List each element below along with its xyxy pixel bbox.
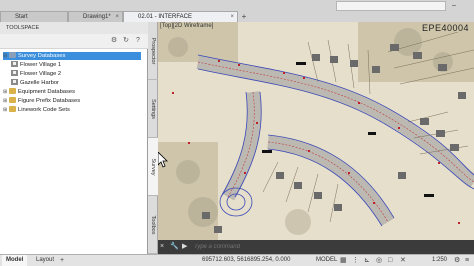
tab-survey-label: Survey: [150, 157, 156, 176]
ortho-icon[interactable]: ⊾: [364, 256, 370, 265]
equipment-db-icon: [9, 88, 16, 95]
tab-toolbox[interactable]: Toolbox: [148, 196, 158, 254]
new-tab-button[interactable]: +: [238, 12, 250, 21]
tab-layout[interactable]: Layout: [32, 255, 58, 266]
database-icon: [9, 52, 16, 59]
tab-start-label: Start: [15, 14, 28, 20]
tab-interface-label: 02.01 - INTERFACE: [138, 14, 193, 20]
mouse-cursor-icon: [158, 152, 168, 168]
help-icon[interactable]: ?: [134, 37, 142, 45]
refresh-icon[interactable]: ↻: [122, 37, 130, 45]
osnap-icon[interactable]: □: [388, 256, 392, 265]
tab-prospector[interactable]: Prospector: [148, 22, 158, 80]
tree-item-flower-village-2[interactable]: Flower Village 2: [11, 70, 61, 78]
survey-project-icon: [11, 70, 18, 77]
tree-item-survey-databases[interactable]: ⊟ Survey Databases: [3, 52, 141, 60]
tree-item-label: Flower Village 2: [20, 71, 62, 77]
tab-drawing1-label: Drawing1*: [83, 14, 111, 20]
document-tab-bar: – Start Drawing1* × 02.01 - INTERFACE × …: [0, 0, 474, 22]
tree-item-label: Figure Prefix Databases: [18, 98, 81, 104]
customize-status-icon[interactable]: ≡: [465, 256, 469, 265]
status-bar: Model Layout + 695712.603, 5616895.254, …: [0, 254, 474, 266]
tree-item-gazelle-harbor[interactable]: Gazelle Harbor: [11, 79, 59, 87]
minimize-icon[interactable]: –: [452, 1, 461, 10]
close-icon[interactable]: ×: [160, 243, 164, 251]
tab-prospector-label: Prospector: [150, 37, 156, 64]
tree-item-linework-code-sets[interactable]: ⊞ Linework Code Sets: [3, 106, 70, 114]
command-input[interactable]: [194, 242, 464, 252]
figure-prefix-db-icon: [9, 97, 16, 104]
grid-icon[interactable]: ▦: [340, 256, 347, 265]
toolspace-title: TOOLSPACE: [0, 22, 148, 34]
tree-item-label: Survey Databases: [18, 53, 66, 59]
tab-toolbox-label: Toolbox: [150, 215, 156, 234]
tab-survey[interactable]: Survey: [148, 138, 158, 196]
tab-settings[interactable]: Settings: [148, 80, 158, 138]
toolspace-toolbar: ⚙ ↻ ?: [0, 34, 148, 49]
toolspace-panel: TOOLSPACE ⚙ ↻ ? ⊟ Survey Databases Flower…: [0, 22, 148, 254]
close-tab-icon[interactable]: ×: [230, 12, 234, 22]
drawing-canvas[interactable]: [Top][2D Wireframe] EPE40004: [158, 22, 474, 240]
command-line: × 🔧 ▶: [158, 240, 474, 254]
tab-start[interactable]: Start: [0, 11, 68, 22]
coordinates-readout[interactable]: 695712.603, 5616895.254, 0.000: [198, 255, 294, 266]
tab-drawing1[interactable]: Drawing1* ×: [68, 11, 123, 22]
model-space-toggle[interactable]: MODEL: [312, 255, 341, 266]
tree-item-label: Equipment Databases: [18, 89, 76, 95]
command-prompt-icon: ▶: [182, 243, 188, 250]
properties-icon[interactable]: ⚙: [110, 37, 118, 45]
toolspace-vertical-tabs: Prospector Settings Survey Toolbox: [148, 22, 158, 254]
tab-model[interactable]: Model: [2, 255, 28, 266]
close-tab-icon[interactable]: ×: [115, 12, 119, 22]
tree-item-label: Flower Village 1: [20, 62, 62, 68]
survey-project-icon: [11, 61, 18, 68]
survey-project-icon: [11, 79, 18, 86]
snap-icon[interactable]: ⋮: [352, 256, 359, 265]
tree-item-label: Gazelle Harbor: [20, 80, 59, 86]
tree-item-flower-village-1[interactable]: Flower Village 1: [11, 61, 61, 69]
grid-label: EPE40004: [422, 23, 470, 33]
polar-icon[interactable]: ◎: [376, 256, 382, 265]
linework-code-icon: [9, 106, 16, 113]
customize-icon[interactable]: 🔧: [170, 243, 179, 251]
add-layout-icon[interactable]: +: [60, 256, 64, 265]
settings-icon[interactable]: ⚙: [454, 256, 460, 265]
annotation-scale[interactable]: 1:250: [428, 255, 451, 266]
site-plan-drawing: [158, 22, 474, 240]
tree-item-figure-prefix-databases[interactable]: ⊞ Figure Prefix Databases: [3, 97, 80, 105]
annotation-icon[interactable]: ✕: [400, 256, 406, 265]
tab-interface[interactable]: 02.01 - INTERFACE ×: [123, 11, 238, 22]
search-box[interactable]: [336, 1, 446, 11]
tree-item-equipment-databases[interactable]: ⊞ Equipment Databases: [3, 88, 75, 96]
tree-item-label: Linework Code Sets: [18, 107, 70, 113]
tab-settings-label: Settings: [150, 98, 156, 119]
viewport-label[interactable]: [Top][2D Wireframe]: [160, 23, 213, 29]
